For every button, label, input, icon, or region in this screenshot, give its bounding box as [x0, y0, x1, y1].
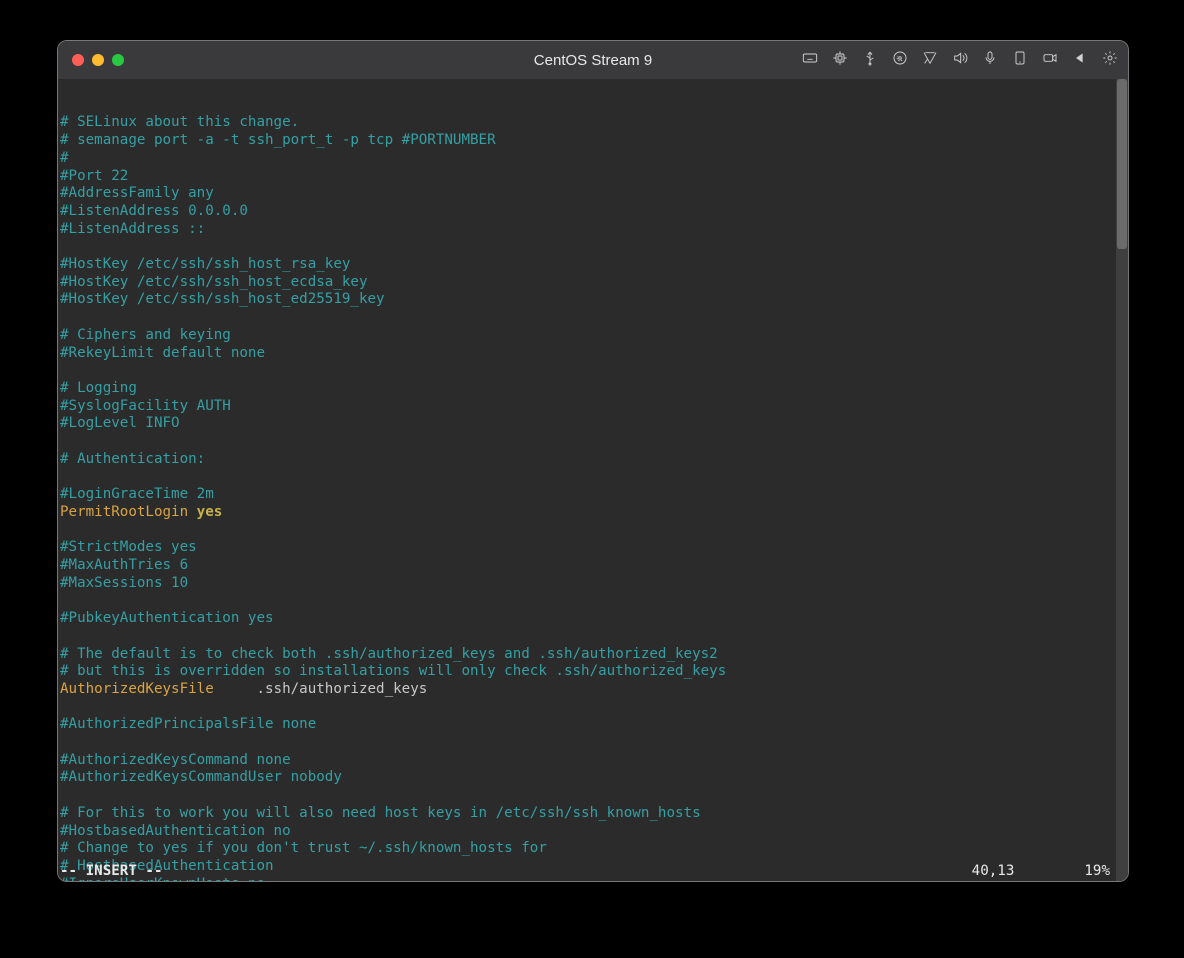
keyboard-icon[interactable]	[802, 50, 818, 71]
camera-icon[interactable]	[1042, 50, 1058, 71]
play-left-icon[interactable]	[1072, 50, 1088, 71]
editor-line	[60, 238, 1128, 256]
cpu-icon[interactable]	[832, 50, 848, 71]
editor-line	[60, 787, 1128, 805]
editor-line: #SyslogFacility AUTH	[60, 398, 1128, 416]
minimize-icon[interactable]	[92, 54, 104, 66]
editor-line: #ListenAddress ::	[60, 221, 1128, 239]
editor-line: #HostKey /etc/ssh/ssh_host_ecdsa_key	[60, 274, 1128, 292]
editor-line: #ListenAddress 0.0.0.0	[60, 203, 1128, 221]
editor-line	[60, 592, 1128, 610]
editor-line: #StrictModes yes	[60, 539, 1128, 557]
speaker-icon[interactable]	[952, 50, 968, 71]
editor-line: #AuthorizedPrincipalsFile none	[60, 716, 1128, 734]
usb-icon[interactable]	[862, 50, 878, 71]
mic-icon[interactable]	[982, 50, 998, 71]
editor-line: #PubkeyAuthentication yes	[60, 610, 1128, 628]
editor-line: #LoginGraceTime 2m	[60, 486, 1128, 504]
editor-line	[60, 362, 1128, 380]
editor-line: # SELinux about this change.	[60, 114, 1128, 132]
toolbar-icons	[802, 50, 1118, 71]
editor-line: # Change to yes if you don't trust ~/.ss…	[60, 840, 1128, 858]
editor-line: #MaxAuthTries 6	[60, 557, 1128, 575]
traffic-lights	[58, 54, 124, 66]
editor-line: #	[60, 150, 1128, 168]
tablet-icon[interactable]	[1012, 50, 1028, 71]
editor-line: #RekeyLimit default none	[60, 345, 1128, 363]
scrollbar-track[interactable]	[1116, 79, 1128, 881]
editor-line: #LogLevel INFO	[60, 415, 1128, 433]
editor-line: # Authentication:	[60, 451, 1128, 469]
cursor-position: 40,13	[972, 863, 1085, 881]
editor-content[interactable]: # SELinux about this change.# semanage p…	[58, 114, 1128, 881]
editor-line	[60, 522, 1128, 540]
titlebar: CentOS Stream 9	[58, 41, 1128, 79]
editor-mode: -- INSERT --	[58, 863, 163, 881]
editor-line	[60, 734, 1128, 752]
editor-line: #AuthorizedKeysCommandUser nobody	[60, 769, 1128, 787]
editor-line: #AuthorizedKeysCommand none	[60, 752, 1128, 770]
editor-line	[60, 468, 1128, 486]
terminal-area[interactable]: # SELinux about this change.# semanage p…	[58, 79, 1128, 881]
scroll-percent: 19%	[1084, 863, 1116, 881]
editor-line: #AddressFamily any	[60, 185, 1128, 203]
editor-line: PermitRootLogin yes	[60, 504, 1128, 522]
editor-line: # The default is to check both .ssh/auth…	[60, 646, 1128, 664]
editor-line: # Logging	[60, 380, 1128, 398]
editor-line	[60, 309, 1128, 327]
editor-line: #Port 22	[60, 168, 1128, 186]
editor-line: # but this is overridden so installation…	[60, 663, 1128, 681]
zoom-icon[interactable]	[112, 54, 124, 66]
editor-line: #HostbasedAuthentication no	[60, 823, 1128, 841]
disc-icon[interactable]	[892, 50, 908, 71]
close-icon[interactable]	[72, 54, 84, 66]
editor-line: # semanage port -a -t ssh_port_t -p tcp …	[60, 132, 1128, 150]
vm-window: CentOS Stream 9 # SELinux about this cha…	[57, 40, 1129, 882]
gear-icon[interactable]	[1102, 50, 1118, 71]
editor-line: # For this to work you will also need ho…	[60, 805, 1128, 823]
editor-line: #MaxSessions 10	[60, 575, 1128, 593]
scrollbar-thumb[interactable]	[1117, 79, 1127, 249]
editor-line	[60, 433, 1128, 451]
editor-line: # Ciphers and keying	[60, 327, 1128, 345]
editor-line: AuthorizedKeysFile .ssh/authorized_keys	[60, 681, 1128, 699]
editor-line	[60, 699, 1128, 717]
editor-line	[60, 628, 1128, 646]
network-icon[interactable]	[922, 50, 938, 71]
editor-line: #HostKey /etc/ssh/ssh_host_ed25519_key	[60, 291, 1128, 309]
editor-status-bar: -- INSERT -- 40,13 19%	[58, 863, 1116, 881]
editor-line: #HostKey /etc/ssh/ssh_host_rsa_key	[60, 256, 1128, 274]
